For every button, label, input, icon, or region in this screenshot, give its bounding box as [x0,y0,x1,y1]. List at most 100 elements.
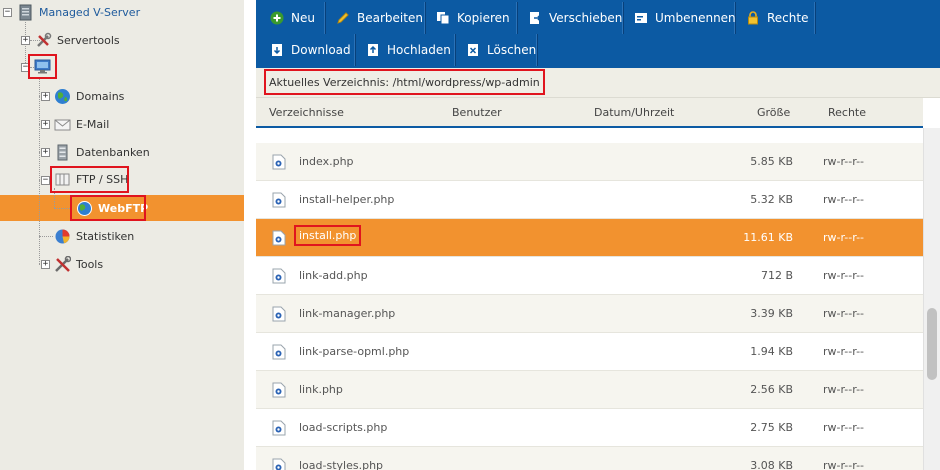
delete-button[interactable]: Löschen [456,34,538,66]
new-label: Neu [291,11,315,25]
php-file-icon [272,458,286,470]
new-button[interactable]: Neu [260,2,326,34]
collapse-toggle[interactable]: − [21,63,30,72]
expand-toggle[interactable]: + [41,260,50,269]
table-row[interactable]: install-helper.php 5.32 KB rw-r--r-- [256,181,923,219]
tree-root-label: Managed V-Server [39,5,141,19]
delete-document-icon [466,43,480,57]
file-name[interactable]: install-helper.php [299,193,394,206]
collapse-toggle[interactable]: − [3,8,12,17]
php-file-icon [272,154,286,170]
expand-toggle[interactable]: + [41,92,50,101]
move-button[interactable]: Verschieben [518,2,624,34]
current-directory-path: /html/wordpress/wp-admin [392,75,540,89]
file-name[interactable]: load-scripts.php [299,421,387,434]
move-label: Verschieben [549,11,623,25]
file-name[interactable]: link-add.php [299,269,368,282]
tools-icon [35,32,52,49]
download-label: Download [291,43,351,57]
download-button[interactable]: Download [260,34,356,66]
file-size: 3.39 KB [750,307,793,320]
column-header-name[interactable]: Verzeichnisse [269,106,344,119]
file-rights: rw-r--r-- [823,307,865,320]
file-rights: rw-r--r-- [823,193,865,206]
copy-icon [436,11,450,25]
upload-icon [366,43,380,57]
file-size: 5.85 KB [750,155,793,168]
tree-item-tools[interactable]: Tools [54,253,103,275]
file-rights: rw-r--r-- [823,421,865,434]
php-file-icon [272,382,286,398]
file-name[interactable]: link.php [299,383,343,396]
copy-button[interactable]: Kopieren [426,2,518,34]
webftp-panel: Neu Bearbeiten Kopieren Verschieben Umbe… [256,0,940,470]
plus-icon [270,11,284,25]
file-size: 2.56 KB [750,383,793,396]
expand-toggle[interactable]: + [41,148,50,157]
scrollbar-thumb[interactable] [927,308,937,380]
tree-item-domains[interactable]: Domains [54,85,124,107]
table-row[interactable]: install.php 11.61 KB rw-r--r-- [256,219,923,257]
collapse-toggle[interactable]: − [41,176,50,185]
file-name[interactable]: link-manager.php [299,307,395,320]
file-list: index.php 5.85 KB rw-r--r-- install-helper.… [256,130,923,470]
wrench-icon [54,255,72,273]
file-name[interactable]: index.php [299,155,354,168]
tree-item-servertools[interactable]: Servertools [35,29,120,51]
table-row[interactable]: load-scripts.php 2.75 KB rw-r--r-- [256,409,923,447]
envelope-icon [54,116,71,133]
current-directory-label: Aktuelles Verzeichnis: [269,75,390,89]
tree-connector [54,208,72,209]
upload-button[interactable]: Hochladen [356,34,456,66]
table-row[interactable]: link.php 2.56 KB rw-r--r-- [256,371,923,409]
table-row[interactable]: link-parse-opml.php 1.94 KB rw-r--r-- [256,333,923,371]
file-name[interactable]: load-styles.php [299,459,383,470]
tree-item-statistiken[interactable]: Statistiken [54,225,134,247]
monitor-icon [34,58,51,75]
toolbar: Neu Bearbeiten Kopieren Verschieben Umbe… [256,0,940,68]
file-rights: rw-r--r-- [823,231,865,244]
lock-icon [746,11,760,25]
expand-toggle[interactable]: + [41,120,50,129]
tree-root[interactable]: Managed V-Server [17,1,140,23]
rename-button[interactable]: Umbenennen [624,2,736,34]
tree-item-webftp[interactable]: WebFTP [70,195,148,221]
tree-item-server-node[interactable] [28,54,57,79]
column-header-date[interactable]: Datum/Uhrzeit [594,106,674,119]
permissions-button[interactable]: Rechte [736,2,816,34]
tree-item-label: Datenbanken [76,145,150,159]
table-row[interactable]: link-manager.php 3.39 KB rw-r--r-- [256,295,923,333]
tree-item-label: E-Mail [76,117,110,131]
table-row[interactable]: index.php 5.85 KB rw-r--r-- [256,143,923,181]
rename-icon [634,11,648,25]
edit-button[interactable]: Bearbeiten [326,2,426,34]
expand-toggle[interactable]: + [21,36,30,45]
globe-icon [76,200,93,217]
pie-chart-icon [54,228,71,245]
move-document-icon [528,11,542,25]
file-name[interactable]: install.php [293,225,362,246]
scrollbar[interactable] [923,128,940,470]
upload-label: Hochladen [387,43,451,57]
tree-item-label: Statistiken [76,229,135,243]
column-header-size[interactable]: Größe [757,106,790,119]
tree-item-label: Domains [76,89,125,103]
tree-item-ftp-ssh[interactable]: FTP / SSH [50,166,129,193]
database-icon [54,144,71,161]
file-size: 11.61 KB [743,231,793,244]
table-row[interactable]: link-add.php 712 B rw-r--r-- [256,257,923,295]
server-icon [17,4,34,21]
globe-icon [54,88,71,105]
column-header-rights[interactable]: Rechte [828,106,866,119]
tree-item-email[interactable]: E-Mail [54,113,109,135]
table-row[interactable]: load-styles.php 3.08 KB rw-r--r-- [256,447,923,470]
tree-item-label: Servertools [57,33,120,47]
tree-item-datenbanken[interactable]: Datenbanken [54,141,150,163]
column-header-user[interactable]: Benutzer [452,106,502,119]
file-name[interactable]: link-parse-opml.php [299,345,409,358]
download-icon [270,43,284,57]
tree-item-label: FTP / SSH [76,173,129,186]
file-size: 3.08 KB [750,459,793,470]
permissions-label: Rechte [767,11,809,25]
pencil-icon [336,11,350,25]
